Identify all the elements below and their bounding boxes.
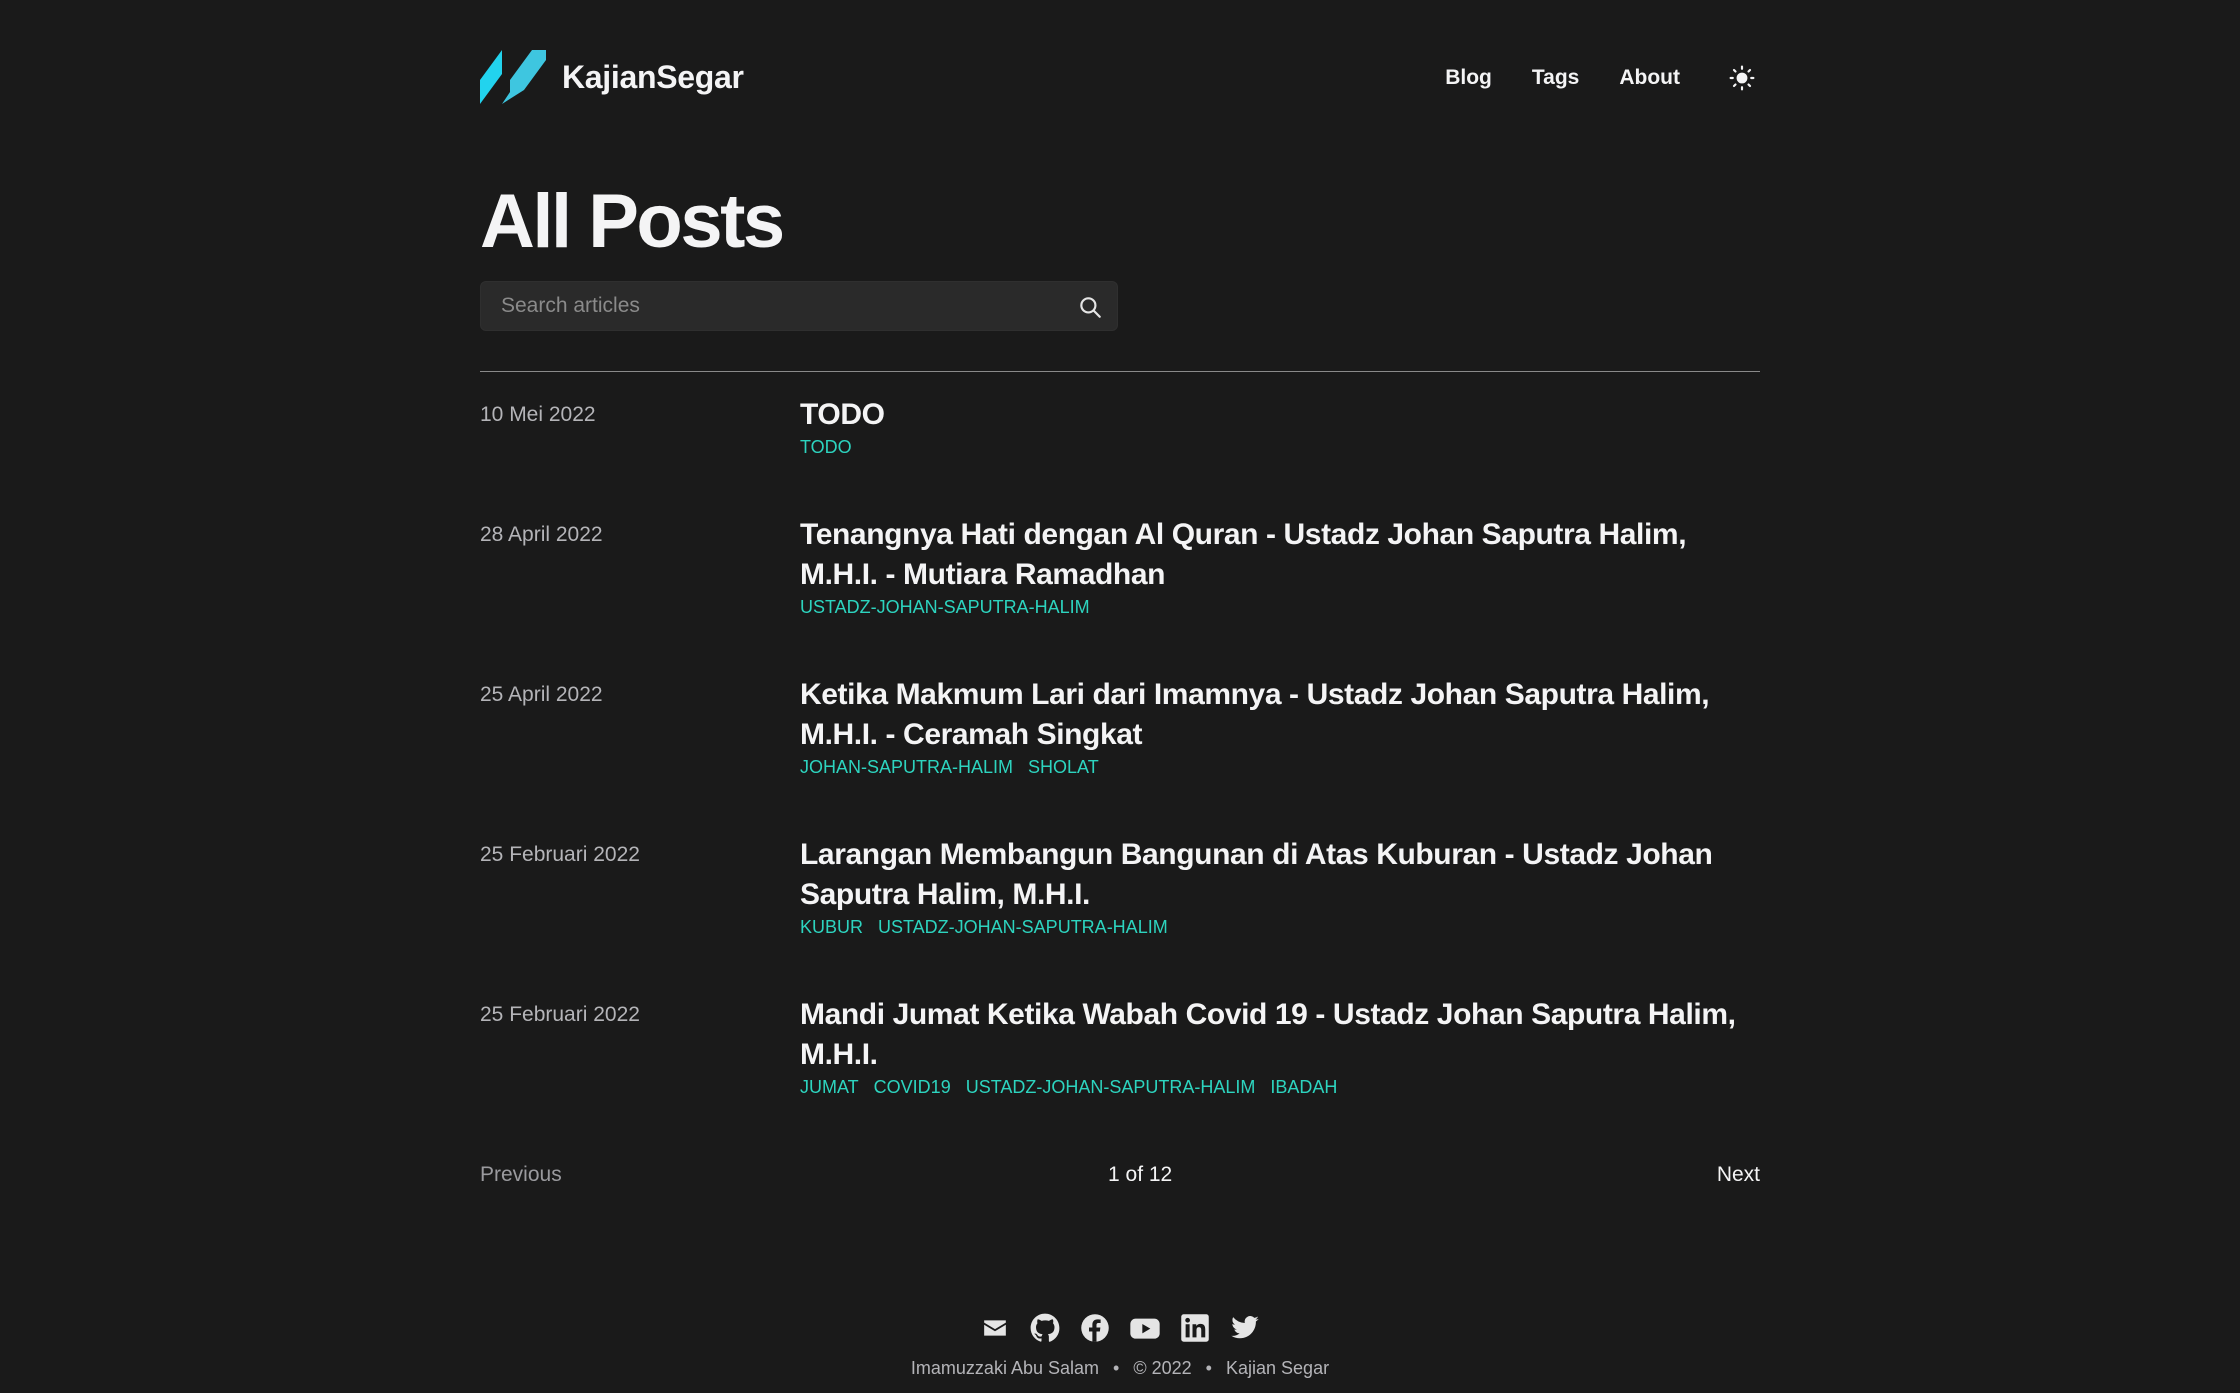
- previous-page-button[interactable]: Previous: [480, 1163, 562, 1187]
- post-title-link[interactable]: Ketika Makmum Lari dari Imamnya - Ustadz…: [800, 675, 1760, 755]
- tag-link[interactable]: JOHAN-SAPUTRA-HALIM: [800, 756, 1013, 778]
- post-tags: JOHAN-SAPUTRA-HALIM SHOLAT: [800, 756, 1760, 778]
- tag-link[interactable]: JUMAT: [800, 1076, 859, 1098]
- nav-blog-link[interactable]: Blog: [1445, 66, 1492, 90]
- footer-separator: •: [1205, 1358, 1212, 1378]
- nav-tags-link[interactable]: Tags: [1532, 66, 1579, 90]
- post-body: TODO TODO: [800, 395, 1760, 458]
- post-title-link[interactable]: Mandi Jumat Ketika Wabah Covid 19 - Usta…: [800, 995, 1760, 1075]
- post-body: Larangan Membangun Bangunan di Atas Kubu…: [800, 835, 1760, 938]
- youtube-link[interactable]: [1128, 1311, 1162, 1345]
- twitter-icon: [1231, 1316, 1259, 1339]
- facebook-link[interactable]: [1078, 1311, 1112, 1345]
- tag-link[interactable]: IBADAH: [1270, 1076, 1337, 1098]
- post-title-link[interactable]: Larangan Membangun Bangunan di Atas Kubu…: [800, 835, 1760, 915]
- post-date: 10 Mei 2022: [480, 403, 596, 426]
- tag-link[interactable]: COVID19: [874, 1076, 951, 1098]
- youtube-icon: [1130, 1318, 1160, 1339]
- search-box: [480, 281, 1118, 331]
- linkedin-link[interactable]: [1178, 1311, 1212, 1345]
- tag-link[interactable]: USTADZ-JOHAN-SAPUTRA-HALIM: [878, 916, 1168, 938]
- footer-credits: Imamuzzaki Abu Salam • © 2022 • Kajian S…: [480, 1358, 1760, 1379]
- footer-copyright: © 2022: [1133, 1358, 1192, 1378]
- next-page-button[interactable]: Next: [1717, 1163, 1760, 1187]
- logo-icon: [480, 50, 546, 104]
- post-date: 25 Februari 2022: [480, 1003, 640, 1026]
- home-link[interactable]: KajianSegar: [480, 50, 744, 104]
- post-item: 25 Februari 2022 Mandi Jumat Ketika Waba…: [480, 995, 1760, 1155]
- tag-link[interactable]: TODO: [800, 436, 852, 458]
- facebook-icon: [1081, 1314, 1109, 1342]
- pagination: Previous 1 of 12 Next: [480, 1163, 1760, 1193]
- post-tags: USTADZ-JOHAN-SAPUTRA-HALIM: [800, 596, 1760, 618]
- tag-link[interactable]: KUBUR: [800, 916, 863, 938]
- post-item: 25 April 2022 Ketika Makmum Lari dari Im…: [480, 675, 1760, 835]
- linkedin-icon: [1181, 1314, 1209, 1342]
- post-tags: JUMAT COVID19 USTADZ-JOHAN-SAPUTRA-HALIM…: [800, 1076, 1760, 1098]
- post-body: Ketika Makmum Lari dari Imamnya - Ustadz…: [800, 675, 1760, 778]
- footer-separator: •: [1113, 1358, 1120, 1378]
- page-container: KajianSegar Blog Tags About All Posts Se…: [480, 0, 1760, 1393]
- nav-about-link[interactable]: About: [1619, 66, 1680, 90]
- footer-site-link[interactable]: Kajian Segar: [1226, 1358, 1329, 1378]
- post-body: Mandi Jumat Ketika Wabah Covid 19 - Usta…: [800, 995, 1760, 1098]
- tag-link[interactable]: USTADZ-JOHAN-SAPUTRA-HALIM: [800, 596, 1090, 618]
- page-indicator: 1 of 12: [1108, 1163, 1173, 1186]
- theme-toggle-button[interactable]: [1724, 60, 1760, 96]
- mail-link[interactable]: [978, 1311, 1012, 1345]
- tag-link[interactable]: USTADZ-JOHAN-SAPUTRA-HALIM: [966, 1076, 1256, 1098]
- tag-link[interactable]: SHOLAT: [1028, 756, 1099, 778]
- post-title-link[interactable]: TODO: [800, 395, 1760, 435]
- site-header: KajianSegar Blog Tags About: [480, 50, 1760, 110]
- post-item: 25 Februari 2022 Larangan Membangun Bang…: [480, 835, 1760, 995]
- post-title-link[interactable]: Tenangnya Hati dengan Al Quran - Ustadz …: [800, 515, 1760, 595]
- page-title: All Posts: [480, 179, 785, 264]
- divider: [480, 371, 1760, 372]
- search-icon[interactable]: [1077, 294, 1103, 320]
- twitter-link[interactable]: [1228, 1311, 1262, 1345]
- post-date: 25 Februari 2022: [480, 843, 640, 866]
- github-icon: [1030, 1313, 1060, 1342]
- post-date: 25 April 2022: [480, 683, 603, 706]
- post-item: 28 April 2022 Tenangnya Hati dengan Al Q…: [480, 515, 1760, 675]
- post-list: 10 Mei 2022 TODO TODO 28 April 2022 Tena…: [480, 395, 1760, 1155]
- social-links: [480, 1311, 1760, 1345]
- github-link[interactable]: [1028, 1311, 1062, 1345]
- post-date: 28 April 2022: [480, 523, 603, 546]
- search-input[interactable]: [481, 282, 1041, 330]
- post-item: 10 Mei 2022 TODO TODO: [480, 395, 1760, 515]
- post-body: Tenangnya Hati dengan Al Quran - Ustadz …: [800, 515, 1760, 618]
- main-nav: Blog Tags About: [1405, 60, 1760, 96]
- post-tags: KUBUR USTADZ-JOHAN-SAPUTRA-HALIM: [800, 916, 1760, 938]
- sun-icon: [1729, 65, 1755, 91]
- footer-author: Imamuzzaki Abu Salam: [910, 1358, 1099, 1378]
- brand-name: KajianSegar: [562, 58, 744, 95]
- mail-icon: [984, 1320, 1006, 1336]
- post-tags: TODO: [800, 436, 1760, 458]
